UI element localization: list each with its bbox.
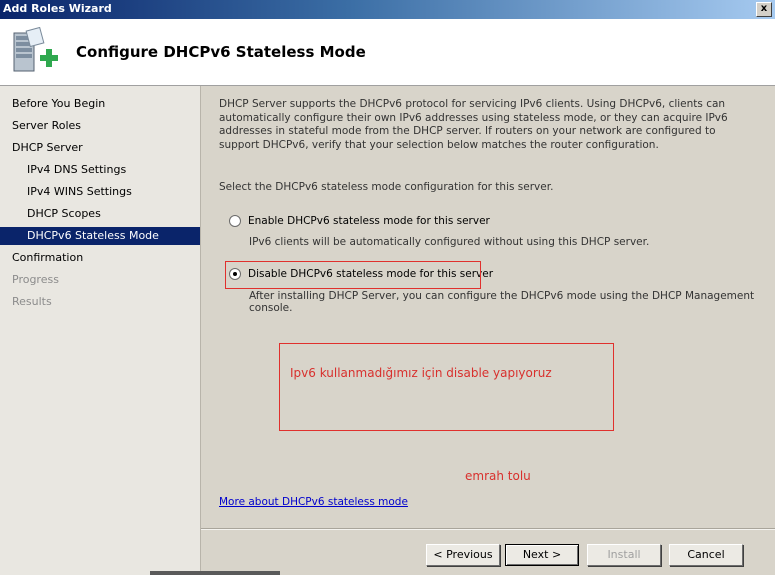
more-info-link[interactable]: More about DHCPv6 stateless mode: [219, 496, 408, 508]
page-title: Configure DHCPv6 Stateless Mode: [76, 43, 366, 61]
sidebar-item-before-you-begin[interactable]: Before You Begin: [0, 95, 200, 113]
previous-button[interactable]: < Previous: [426, 544, 500, 566]
annotation-text: Ipv6 kullanmadığımız için disable yapıyo…: [290, 366, 552, 380]
annotation-box: Ipv6 kullanmadığımız için disable yapıyo…: [279, 343, 614, 431]
wizard-header: Configure DHCPv6 Stateless Mode: [0, 19, 775, 86]
sidebar-item-ipv4-wins-settings[interactable]: IPv4 WINS Settings: [0, 183, 200, 201]
sidebar-item-progress: Progress: [12, 273, 59, 286]
sidebar-item-dhcp-server[interactable]: DHCP Server: [0, 139, 200, 157]
sidebar-item-confirmation[interactable]: Confirmation: [0, 249, 200, 267]
close-button[interactable]: x: [756, 2, 772, 17]
enable-stateless-label[interactable]: Enable DHCPv6 stateless mode for this se…: [248, 213, 490, 229]
sidebar-item-results: Results: [12, 295, 52, 308]
title-bar: Add Roles Wizard x: [0, 0, 775, 19]
selection-prompt: Select the DHCPv6 stateless mode configu…: [219, 181, 554, 193]
taskbar-fragment: [150, 571, 280, 575]
wizard-content: DHCP Server supports the DHCPv6 protocol…: [201, 86, 775, 575]
author-signature: emrah tolu: [465, 469, 531, 483]
footer-divider: [201, 528, 775, 530]
selection-highlight-box: [225, 261, 481, 289]
enable-stateless-option[interactable]: Enable DHCPv6 stateless mode for this se…: [229, 213, 490, 229]
intro-text: DHCP Server supports the DHCPv6 protocol…: [219, 98, 728, 151]
wizard-steps-sidebar: Before You Begin Server Roles DHCP Serve…: [0, 86, 201, 575]
enable-stateless-description: IPv6 clients will be automatically confi…: [249, 236, 650, 248]
install-button: Install: [587, 544, 661, 566]
sidebar-item-dhcp-scopes[interactable]: DHCP Scopes: [0, 205, 200, 223]
sidebar-item-ipv4-dns-settings[interactable]: IPv4 DNS Settings: [0, 161, 200, 179]
server-add-icon: [13, 27, 58, 72]
next-button[interactable]: Next >: [505, 544, 579, 566]
disable-stateless-description: After installing DHCP Server, you can co…: [249, 290, 755, 314]
sidebar-item-dhcpv6-stateless-mode[interactable]: DHCPv6 Stateless Mode: [0, 227, 200, 245]
enable-stateless-radio[interactable]: [229, 215, 241, 227]
window-title: Add Roles Wizard: [3, 2, 112, 15]
sidebar-item-server-roles[interactable]: Server Roles: [0, 117, 200, 135]
cancel-button[interactable]: Cancel: [669, 544, 743, 566]
